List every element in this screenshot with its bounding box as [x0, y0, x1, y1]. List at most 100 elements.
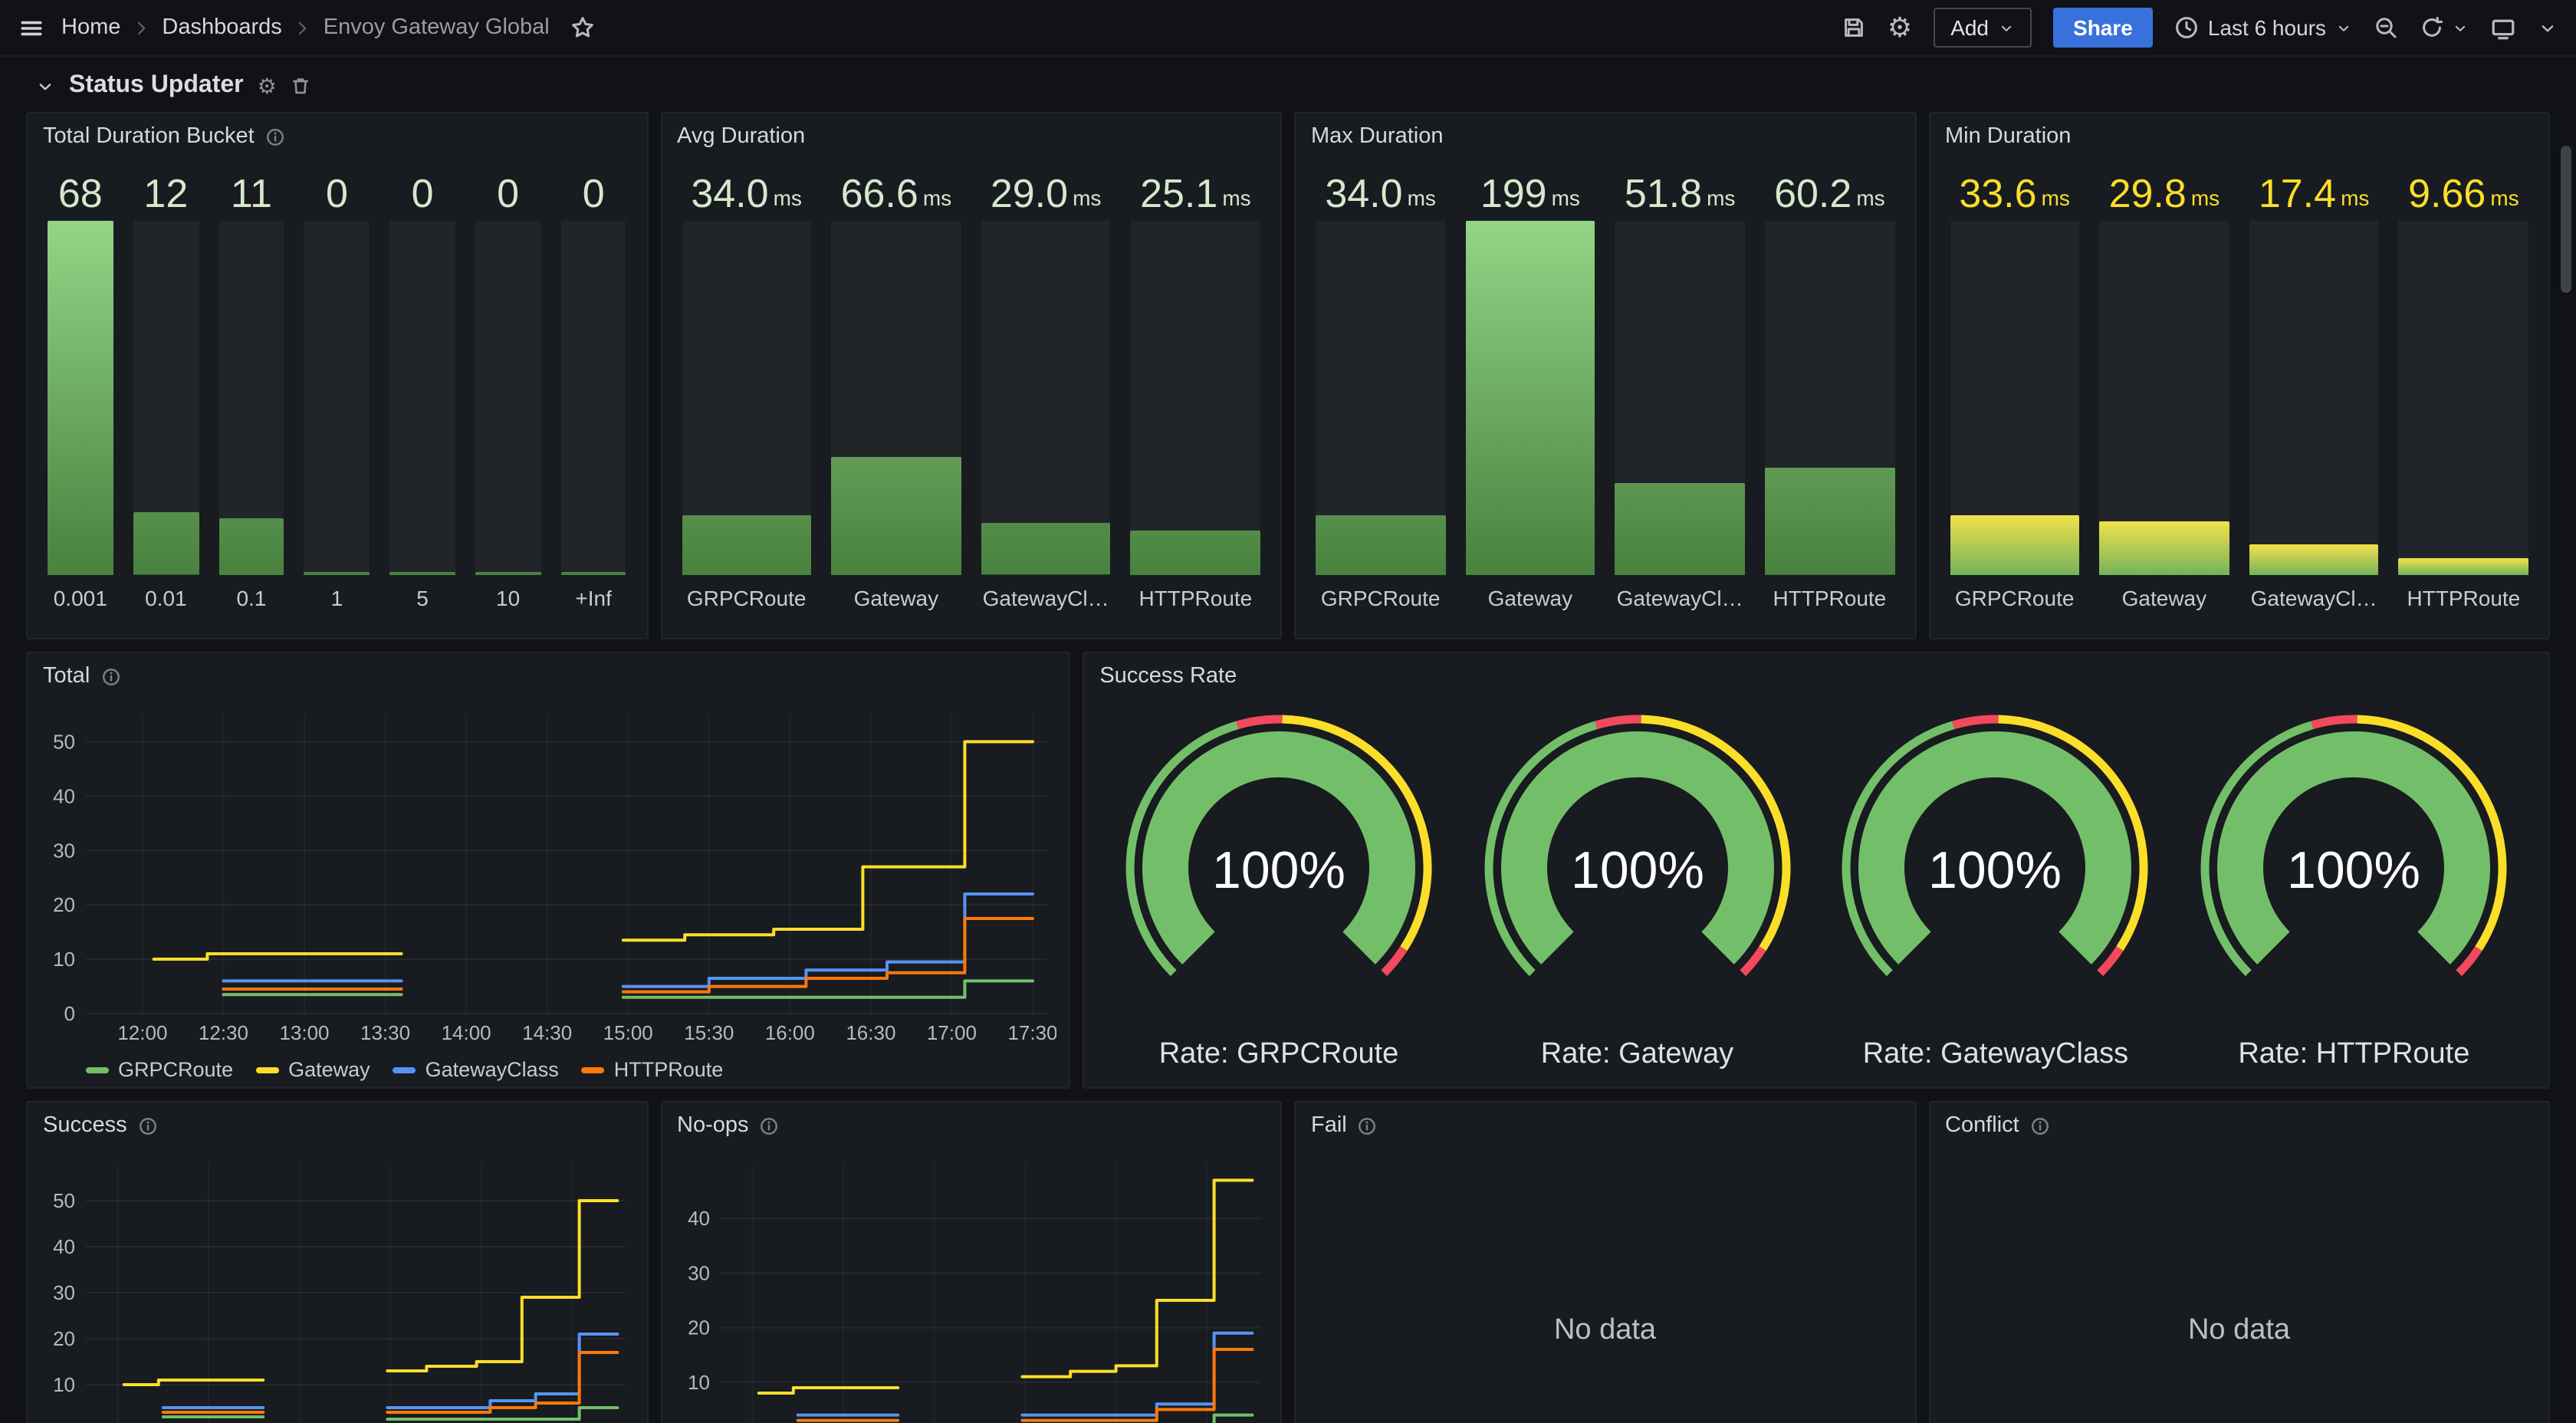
time-range-picker[interactable]: Last 6 hours [2174, 15, 2352, 40]
tv-mode-icon[interactable] [2490, 15, 2516, 41]
legend-series-color [582, 1066, 605, 1073]
bar-gauge-value: 66.6ms [831, 163, 961, 215]
bar-gauge-value: 0 [475, 163, 541, 215]
panel-min-duration: Min Duration 33.6msGRPCRoute29.8msGatewa… [1928, 112, 2550, 639]
bar-gauge-value: 29.8ms [2099, 163, 2229, 215]
panel-max-duration: Max Duration 34.0msGRPCRoute199msGateway… [1294, 112, 1916, 639]
panel-header[interactable]: Total [43, 664, 120, 688]
legend-item[interactable]: HTTPRoute [582, 1058, 724, 1081]
gauge: 100%Rate: HTTPRoute [2175, 708, 2533, 1075]
bar-gauge-bar [981, 524, 1111, 575]
info-icon[interactable] [138, 1116, 158, 1135]
legend-item[interactable]: GatewayClass [393, 1058, 559, 1081]
svg-text:100%: 100% [1571, 841, 1704, 899]
info-icon[interactable] [265, 127, 285, 146]
bar-gauge-value: 25.1ms [1131, 163, 1260, 215]
bar-gauge-bar [1465, 221, 1595, 575]
scrollbar-thumb[interactable] [2561, 146, 2571, 293]
bar-gauge-value: 51.8ms [1615, 163, 1745, 215]
legend-series-name: GRPCRoute [118, 1058, 233, 1081]
add-button[interactable]: Add [1934, 8, 2032, 48]
panel-header[interactable]: No-ops [677, 1113, 780, 1138]
svg-text:10: 10 [53, 1373, 75, 1396]
panel-header[interactable]: Fail [1311, 1113, 1378, 1138]
legend-item[interactable]: Gateway [256, 1058, 370, 1081]
zoom-out-icon[interactable] [2374, 15, 2398, 40]
bar-gauge-column: 66.6msGateway [831, 163, 961, 623]
bar-gauge-label: GatewayCl… [981, 575, 1111, 623]
chart-legend: GRPCRoute Gateway GatewayClass HTTPRoute [86, 1058, 723, 1081]
info-icon[interactable] [100, 666, 120, 686]
breadcrumb-home[interactable]: Home [61, 15, 120, 40]
gauge-label: Rate: GatewayClass [1863, 1038, 2128, 1075]
bar-gauge-bar [133, 513, 199, 576]
panel-header[interactable]: Total Duration Bucket [43, 124, 285, 149]
bar-gauge-bar [1131, 531, 1260, 575]
bar-gauge-column: 34.0msGRPCRoute [1316, 163, 1445, 623]
refresh-icon[interactable] [2420, 15, 2444, 40]
panel-header[interactable]: Min Duration [1945, 124, 2071, 149]
row-delete-icon[interactable] [291, 75, 312, 97]
row-title[interactable]: Status Updater [69, 72, 244, 100]
row-settings-icon[interactable]: ⚙ [258, 75, 277, 97]
panel-header[interactable]: Avg Duration [677, 124, 805, 149]
share-button[interactable]: Share [2053, 8, 2153, 48]
time-series-chart[interactable]: 12:0013:0014:0015:0016:0017:000102030405… [40, 1155, 634, 1423]
svg-text:100%: 100% [1212, 841, 1346, 899]
bar-gauge-track [133, 221, 199, 575]
bar-gauge-value: 68 [48, 163, 113, 215]
gauge: 100%Rate: GRPCRoute [1099, 708, 1457, 1075]
gauge-label: Rate: HTTPRoute [2238, 1038, 2469, 1075]
svg-text:12:00: 12:00 [117, 1021, 167, 1044]
legend-item[interactable]: GRPCRoute [86, 1058, 233, 1081]
panel-header[interactable]: Success [43, 1113, 158, 1138]
bar-gauge-bar [1615, 483, 1745, 575]
bar-gauge-track [2099, 221, 2229, 575]
hamburger-menu-icon[interactable] [18, 15, 44, 41]
svg-text:15:30: 15:30 [684, 1021, 734, 1044]
info-icon[interactable] [760, 1116, 780, 1135]
bar-gauge-value: 12 [133, 163, 199, 215]
panel-header[interactable]: Success Rate [1099, 664, 1237, 688]
row-collapse-chevron-icon[interactable] [35, 76, 55, 96]
breadcrumb-dashboards[interactable]: Dashboards [162, 15, 281, 40]
bar-gauge-value: 0 [389, 163, 455, 215]
panel-conflict: Conflict No data [1928, 1101, 2550, 1423]
bar-gauge-column: 05 [389, 163, 455, 623]
add-button-label: Add [1950, 15, 1989, 40]
panel-title: Total [43, 664, 90, 688]
collapse-toolbar-chevron-icon[interactable] [2538, 18, 2558, 38]
bar-gauge-column: 0+Inf [560, 163, 626, 623]
bar-gauge-column: 29.8ms Gateway [2099, 163, 2229, 623]
bar-gauge-bar [560, 572, 626, 575]
time-series-chart[interactable]: 12:0012:3013:0013:3014:0014:3015:0015:30… [40, 705, 1056, 1047]
bar-gauge-bar [1316, 514, 1445, 575]
time-range-label: Last 6 hours [2208, 15, 2326, 40]
info-icon[interactable] [1358, 1116, 1378, 1135]
save-dashboard-icon[interactable] [1842, 15, 1866, 40]
dashboard-settings-icon[interactable]: ⚙ [1888, 14, 1912, 41]
bar-gauge-label: 0.1 [219, 575, 284, 623]
refresh-interval-caret-icon[interactable] [2452, 19, 2469, 36]
bar-gauge-label: Gateway [2099, 575, 2229, 623]
svg-text:20: 20 [687, 1316, 709, 1339]
star-icon[interactable] [571, 15, 596, 40]
panel-header[interactable]: Max Duration [1311, 124, 1443, 149]
info-icon[interactable] [2030, 1116, 2050, 1135]
bar-gauge-label: HTTPRoute [1131, 575, 1260, 623]
time-series-chart[interactable]: 12:0013:0014:0015:0016:0017:00010203040 [674, 1155, 1268, 1423]
bar-gauge-label: GRPCRoute [1316, 575, 1445, 623]
chevron-right-icon [133, 19, 150, 36]
svg-text:40: 40 [53, 784, 75, 807]
svg-text:30: 30 [53, 839, 75, 862]
gauge-set: 100%Rate: GRPCRoute100%Rate: Gateway100%… [1099, 708, 2533, 1075]
svg-text:14:00: 14:00 [442, 1021, 491, 1044]
panel-total: Total 12:0012:3013:0013:3014:0014:3015:0… [26, 652, 1070, 1089]
bar-gauge-track [475, 221, 541, 575]
panel-title: No-ops [677, 1113, 749, 1138]
panel-header[interactable]: Conflict [1945, 1113, 2050, 1138]
bar-gauge-bar [2249, 544, 2379, 575]
svg-text:12:30: 12:30 [199, 1021, 248, 1044]
bar-gauge-track [1465, 221, 1595, 575]
bar-gauge-label: Gateway [1465, 575, 1595, 623]
